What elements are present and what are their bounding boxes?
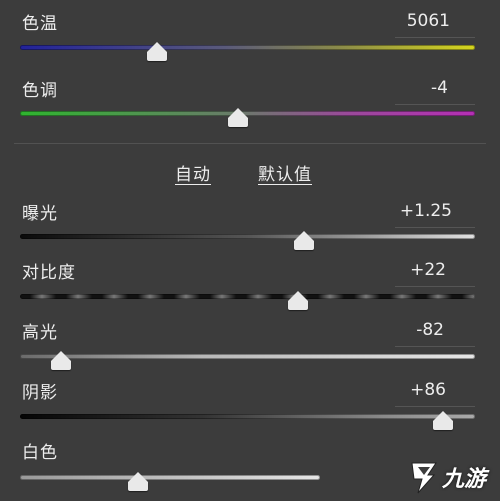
- watermark-text: 九游: [442, 467, 487, 492]
- contrast-slider-track[interactable]: [20, 294, 475, 299]
- tint-value[interactable]: -4: [431, 78, 448, 98]
- highlights-slider-track[interactable]: [20, 354, 475, 359]
- highlights-label: 高光: [22, 323, 58, 343]
- temperature-slider-track[interactable]: [20, 45, 475, 50]
- temperature-label: 色温: [22, 14, 58, 34]
- adjustment-panel: 色温 5061 色调 -4 自动 默认值 曝光 +1.25 对比度 +22 高光…: [0, 0, 500, 501]
- whites-slider-track[interactable]: [20, 475, 320, 480]
- exposure-value[interactable]: +1.25: [400, 201, 452, 221]
- exposure-label: 曝光: [22, 204, 58, 224]
- default-button[interactable]: 默认值: [258, 160, 312, 185]
- jiuyou-logo-icon: [411, 462, 437, 494]
- tint-value-underline: [395, 104, 475, 105]
- watermark: 九游: [406, 453, 494, 497]
- temperature-value[interactable]: 5061: [407, 11, 450, 31]
- exposure-value-underline: [395, 227, 475, 228]
- contrast-value-underline: [395, 286, 475, 287]
- contrast-value[interactable]: +22: [410, 260, 446, 280]
- contrast-label: 对比度: [22, 263, 76, 283]
- exposure-slider-track[interactable]: [20, 234, 475, 239]
- shadows-slider-track[interactable]: [20, 414, 475, 419]
- shadows-value[interactable]: +86: [410, 380, 446, 400]
- section-divider: [14, 143, 486, 144]
- whites-label: 白色: [22, 443, 58, 463]
- temperature-value-underline: [395, 37, 475, 38]
- tint-label: 色调: [22, 81, 58, 101]
- highlights-value-underline: [395, 346, 475, 347]
- highlights-value[interactable]: -82: [416, 320, 444, 340]
- shadows-value-underline: [395, 406, 475, 407]
- auto-button[interactable]: 自动: [175, 160, 211, 185]
- shadows-label: 阴影: [22, 383, 58, 403]
